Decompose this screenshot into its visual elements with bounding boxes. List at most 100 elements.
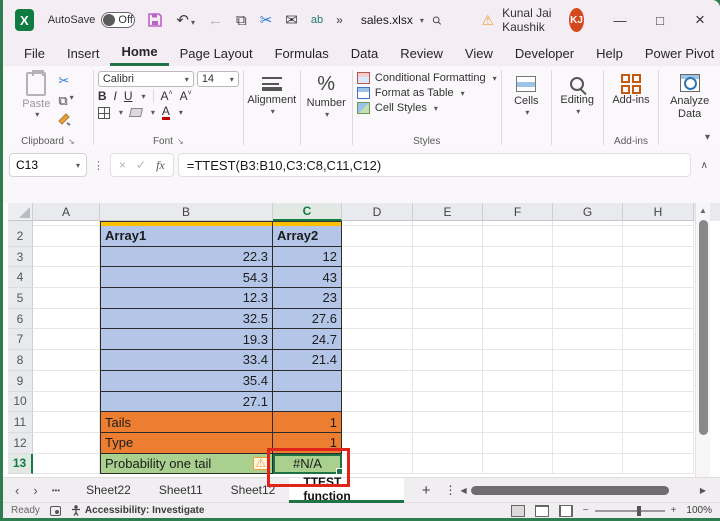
- cell[interactable]: [342, 329, 413, 351]
- col-header-a[interactable]: A: [33, 203, 100, 221]
- cell[interactable]: [33, 308, 100, 330]
- cell[interactable]: [342, 453, 413, 475]
- cell-c6[interactable]: 27.6: [273, 308, 342, 330]
- save-icon[interactable]: [147, 12, 163, 28]
- cell[interactable]: [33, 226, 100, 247]
- tab-review[interactable]: Review: [389, 42, 454, 65]
- cell[interactable]: [483, 412, 553, 433]
- undo-caret-icon[interactable]: ▾: [191, 18, 195, 27]
- cell[interactable]: [623, 288, 694, 309]
- avatar[interactable]: KJ: [569, 8, 584, 32]
- cell[interactable]: [623, 370, 694, 392]
- cell[interactable]: [553, 267, 623, 289]
- cell[interactable]: [413, 246, 483, 268]
- editing-group[interactable]: Editing ▾: [552, 66, 603, 149]
- cell[interactable]: [623, 246, 694, 268]
- cell[interactable]: [33, 246, 100, 268]
- cell[interactable]: [623, 412, 694, 433]
- cell[interactable]: [413, 226, 483, 247]
- cell[interactable]: [33, 412, 100, 433]
- cell[interactable]: [342, 391, 413, 413]
- row-header[interactable]: 2: [8, 226, 33, 247]
- row-header[interactable]: 4: [8, 267, 33, 289]
- font-family-select[interactable]: Calibri ▾: [97, 71, 194, 87]
- font-size-select[interactable]: 14 ▾: [196, 71, 239, 87]
- sheet-tab-sheet11[interactable]: Sheet11: [145, 478, 217, 503]
- cell-styles-button[interactable]: Cell Styles ▾: [356, 102, 438, 114]
- cell-b11[interactable]: Tails: [100, 412, 273, 433]
- italic-button[interactable]: I: [113, 89, 116, 103]
- cell-c10[interactable]: [273, 391, 342, 413]
- maximize-button[interactable]: □: [640, 0, 680, 40]
- sheet-tab-ttest-function[interactable]: TTEST function: [289, 475, 404, 503]
- analyze-data-button[interactable]: Analyze Data: [663, 70, 716, 120]
- cell-c11[interactable]: 1: [273, 412, 342, 433]
- enter-formula-icon[interactable]: ✓: [136, 158, 146, 172]
- format-as-table-button[interactable]: Format as Table ▾: [356, 87, 465, 99]
- cell-b4[interactable]: 54.3: [100, 267, 273, 289]
- cell[interactable]: [553, 391, 623, 413]
- autosave-toggle[interactable]: Off: [101, 12, 136, 28]
- cell-b6[interactable]: 32.5: [100, 308, 273, 330]
- cell[interactable]: [413, 308, 483, 330]
- cell[interactable]: [483, 453, 553, 475]
- cell[interactable]: [483, 267, 553, 289]
- decrease-font-button[interactable]: A˅: [180, 89, 192, 103]
- zoom-in-icon[interactable]: +: [671, 505, 677, 516]
- cell[interactable]: [483, 350, 553, 371]
- cell[interactable]: [413, 267, 483, 289]
- cell[interactable]: [553, 370, 623, 392]
- cell[interactable]: [33, 370, 100, 392]
- expand-formula-bar-icon[interactable]: ∧: [695, 160, 714, 171]
- tab-data[interactable]: Data: [340, 42, 389, 65]
- page-break-view-button[interactable]: [558, 504, 573, 517]
- cell[interactable]: [553, 350, 623, 371]
- row-header[interactable]: 12: [8, 432, 33, 454]
- cell[interactable]: [483, 370, 553, 392]
- cell[interactable]: [623, 391, 694, 413]
- accessibility-status[interactable]: Accessibility: Investigate: [71, 505, 204, 516]
- document-title[interactable]: sales.xlsx ▾: [361, 13, 424, 27]
- cells-group[interactable]: Cells ▾: [502, 66, 551, 149]
- tab-help[interactable]: Help: [585, 42, 634, 65]
- cell[interactable]: [553, 412, 623, 433]
- tab-insert[interactable]: Insert: [56, 42, 111, 65]
- cell[interactable]: [33, 391, 100, 413]
- close-button[interactable]: ×: [680, 0, 720, 40]
- cut-icon[interactable]: ✂: [260, 11, 273, 29]
- addins-button[interactable]: Add-ins: [612, 70, 650, 106]
- tab-home[interactable]: Home: [110, 40, 169, 66]
- fill-caret-icon[interactable]: ▾: [151, 108, 155, 117]
- search-icon[interactable]: [432, 13, 442, 28]
- cell[interactable]: [33, 267, 100, 289]
- cell[interactable]: [413, 370, 483, 392]
- cell-b12[interactable]: Type: [100, 432, 273, 454]
- cell-b5[interactable]: 12.3: [100, 288, 273, 309]
- conditional-formatting-button[interactable]: Conditional Formatting ▾: [356, 72, 497, 84]
- sheet-tab-sheet22[interactable]: Sheet22: [72, 478, 145, 503]
- cell-c4[interactable]: 43: [273, 267, 342, 289]
- col-header-c[interactable]: C: [273, 203, 342, 221]
- cell[interactable]: [342, 308, 413, 330]
- fill-color-icon[interactable]: [128, 108, 143, 117]
- cell[interactable]: [483, 288, 553, 309]
- cell-c12[interactable]: 1: [273, 432, 342, 454]
- col-header-e[interactable]: E: [413, 203, 483, 221]
- cell[interactable]: [413, 350, 483, 371]
- cell[interactable]: [342, 432, 413, 454]
- cell-c8[interactable]: 21.4: [273, 350, 342, 371]
- col-header-f[interactable]: F: [483, 203, 553, 221]
- clipboard-dialog-launcher-icon[interactable]: ↘: [68, 137, 75, 146]
- cell[interactable]: [413, 412, 483, 433]
- zoom-out-icon[interactable]: −: [583, 505, 589, 516]
- increase-font-button[interactable]: A˄: [161, 89, 173, 103]
- bold-button[interactable]: B: [98, 89, 107, 103]
- row-header[interactable]: 10: [8, 391, 33, 413]
- copy-icon[interactable]: ⧉: [236, 12, 247, 29]
- cell[interactable]: [553, 308, 623, 330]
- cut-button[interactable]: ✂: [58, 73, 73, 89]
- cell[interactable]: [553, 246, 623, 268]
- cell[interactable]: [342, 412, 413, 433]
- tab-file[interactable]: File: [13, 42, 56, 65]
- error-warning-icon[interactable]: ⚠: [253, 456, 268, 470]
